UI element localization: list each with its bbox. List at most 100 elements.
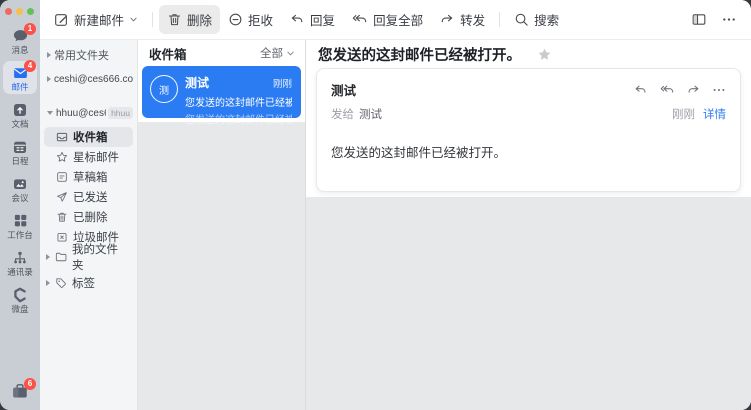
reply-button[interactable]: 回复 — [281, 5, 343, 34]
drive-icon — [11, 286, 29, 303]
folder-item-inbox[interactable]: 收件箱 — [44, 127, 133, 147]
rail-item-calendar[interactable]: 日程 — [3, 135, 37, 168]
delete-label: 删除 — [187, 10, 212, 29]
folder-item-sent[interactable]: 已发送 — [44, 187, 133, 207]
forward-icon[interactable] — [686, 83, 701, 97]
message-subject: 您发送的这封邮件已经被打开。 — [185, 94, 292, 109]
more-options-icon[interactable] — [712, 83, 726, 97]
reject-button[interactable]: 拒收 — [220, 5, 281, 34]
message-list-top: 收件箱 全部 测 测试 刚刚 您发送的这封邮 — [138, 40, 305, 122]
account-name: hhuu@ces666... — [56, 108, 106, 119]
folder-item-starred[interactable]: 星标邮件 — [44, 147, 133, 167]
email-recipients: 发给测试 — [331, 106, 382, 122]
reading-pane-top: 您发送的这封邮件已经被打开。 测试 — [306, 40, 751, 197]
rail-item-documents[interactable]: 文档 — [3, 98, 37, 131]
message-list-item[interactable]: 测 测试 刚刚 您发送的这封邮件已经被打开。 您发送的这封邮件已经被打开。 — [142, 66, 301, 118]
layout-panel-icon[interactable] — [691, 12, 707, 27]
message-list-title: 收件箱 — [149, 44, 187, 63]
rail-item-label: 微盘 — [11, 304, 28, 314]
compose-button[interactable]: 新建邮件 — [46, 5, 146, 34]
email-subject-title: 您发送的这封邮件已经被打开。 — [318, 44, 521, 65]
document-icon — [11, 101, 29, 118]
reply-icon[interactable] — [633, 83, 648, 97]
reply-all-icon[interactable] — [659, 83, 675, 97]
minus-circle-icon — [228, 12, 243, 27]
reject-label: 拒收 — [248, 10, 273, 29]
chevron-down-icon — [286, 49, 295, 58]
mail-icon: 4 — [11, 64, 29, 81]
toolbar-divider — [499, 12, 500, 27]
workbench-icon — [11, 212, 29, 229]
trash-icon — [167, 12, 182, 27]
content-area: 常用文件夹 ceshi@ces666.com hhuu@ces666... hh… — [40, 40, 751, 410]
rail-item-meetings[interactable]: 会议 — [3, 172, 37, 205]
chevron-down-icon — [129, 15, 138, 24]
message-list-panel: 收件箱 全部 测 测试 刚刚 您发送的这封邮 — [138, 40, 306, 410]
more-options-icon[interactable] — [721, 12, 737, 27]
rail-item-workbench[interactable]: 工作台 — [3, 209, 37, 242]
account-name: ceshi@ces666.com — [54, 74, 133, 85]
close-window-button[interactable] — [5, 8, 12, 15]
email-time: 刚刚 — [672, 106, 695, 122]
zoom-window-button[interactable] — [27, 8, 34, 15]
rail-item-app-center[interactable]: 6 — [11, 382, 29, 400]
sent-icon — [56, 191, 68, 203]
email-body: 您发送的这封邮件已经被打开。 — [331, 142, 726, 161]
account-tag: hhuu — [108, 107, 133, 119]
folder-label: 草稿箱 — [73, 169, 108, 185]
rail-item-mail[interactable]: 4 邮件 — [3, 61, 37, 94]
common-folders-section[interactable]: 常用文件夹 — [40, 45, 137, 65]
expand-triangle-icon — [46, 254, 50, 260]
search-icon — [514, 12, 529, 27]
delete-button[interactable]: 删除 — [159, 5, 220, 34]
to-label: 发给 — [331, 109, 354, 121]
rail-item-drive[interactable]: 微盘 — [3, 283, 37, 316]
spam-icon — [56, 231, 68, 243]
search-button[interactable]: 搜索 — [506, 5, 567, 34]
collapse-triangle-icon — [47, 52, 51, 58]
email-sender: 测试 — [331, 80, 356, 99]
email-card: 测试 发给测试 — [316, 68, 741, 192]
folder-label: 我的文件夹 — [72, 241, 129, 273]
folder-item-my-folders[interactable]: 我的文件夹 — [44, 247, 133, 267]
message-preview: 您发送的这封邮件已经被打开。 — [185, 111, 292, 126]
message-list-header: 收件箱 全部 — [138, 40, 305, 66]
details-link[interactable]: 详情 — [703, 106, 726, 122]
forward-button[interactable]: 转发 — [431, 5, 493, 34]
forward-label: 转发 — [460, 10, 485, 29]
rail-item-label: 工作台 — [7, 230, 33, 240]
filter-dropdown[interactable]: 全部 — [260, 45, 295, 61]
rail-item-contacts[interactable]: 通讯录 — [3, 246, 37, 279]
rail-item-label: 消息 — [11, 45, 28, 55]
message-summary: 测试 刚刚 您发送的这封邮件已经被打开。 您发送的这封邮件已经被打开。 — [185, 74, 292, 118]
folder-label: 星标邮件 — [73, 149, 119, 165]
expand-triangle-icon — [47, 111, 53, 115]
collapse-triangle-icon — [47, 76, 51, 82]
rail-item-messages[interactable]: 1 消息 — [3, 24, 37, 57]
star-icon[interactable] — [537, 47, 552, 62]
to-name: 测试 — [359, 109, 382, 121]
contacts-icon — [11, 249, 29, 266]
reply-all-icon — [351, 12, 368, 27]
reply-icon — [289, 12, 305, 27]
app-center-badge: 6 — [24, 378, 36, 390]
search-label: 搜索 — [534, 10, 559, 29]
folder-item-tags[interactable]: 标签 — [44, 273, 133, 293]
toolbar-divider — [152, 12, 153, 27]
forward-icon — [439, 12, 455, 27]
chat-bubble-icon: 1 — [11, 27, 29, 44]
calendar-icon — [11, 138, 29, 155]
minimize-window-button[interactable] — [16, 8, 23, 15]
rail-item-label: 会议 — [11, 193, 28, 203]
folder-panel: 常用文件夹 ceshi@ces666.com hhuu@ces666... hh… — [40, 40, 138, 410]
folder-item-drafts[interactable]: 草稿箱 — [44, 167, 133, 187]
mail-app-window: 1 消息 4 邮件 文档 日程 — [0, 0, 751, 410]
inbox-icon — [56, 131, 68, 143]
folder-label: 标签 — [72, 275, 95, 291]
account-row-ceshi[interactable]: ceshi@ces666.com — [40, 69, 137, 89]
reply-label: 回复 — [310, 10, 335, 29]
account-row-hhuu[interactable]: hhuu@ces666... hhuu — [40, 103, 137, 123]
folder-item-deleted[interactable]: 已删除 — [44, 207, 133, 227]
reply-all-button[interactable]: 回复全部 — [343, 5, 431, 34]
rail-item-label: 日程 — [11, 156, 28, 166]
